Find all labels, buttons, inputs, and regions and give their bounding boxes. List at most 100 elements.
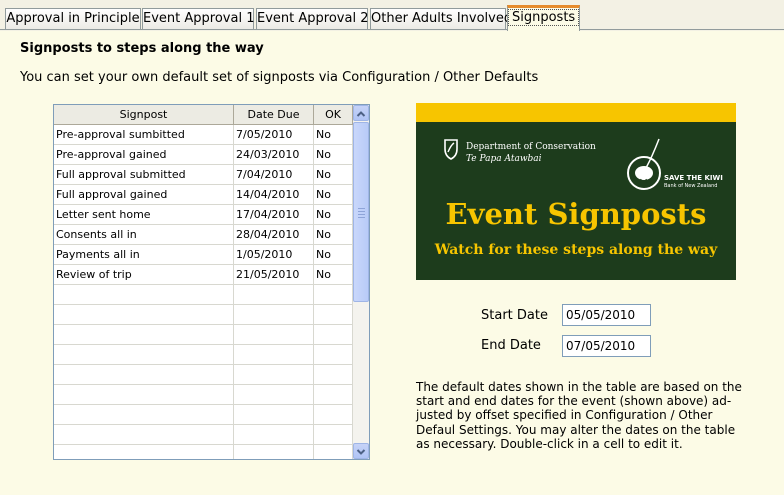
cell-date-due[interactable]: 28/04/2010 bbox=[234, 225, 314, 244]
cell-signpost[interactable]: Full approval submitted bbox=[54, 165, 234, 184]
empty-cell[interactable] bbox=[54, 325, 234, 344]
kiwi-logo-icon bbox=[627, 138, 661, 190]
empty-cell[interactable] bbox=[234, 385, 314, 404]
cell-ok[interactable]: No bbox=[314, 165, 353, 184]
empty-row[interactable] bbox=[54, 305, 353, 325]
kiwi-sponsor-text: Bank of New Zealand bbox=[664, 183, 718, 189]
save-the-kiwi-text: SAVE THE KIWI bbox=[664, 174, 723, 182]
empty-row[interactable] bbox=[54, 285, 353, 305]
cell-signpost[interactable]: Pre-approval gained bbox=[54, 145, 234, 164]
table-row[interactable]: Payments all in 1/05/2010 No bbox=[54, 245, 353, 265]
empty-cell[interactable] bbox=[54, 445, 234, 459]
cell-ok[interactable]: No bbox=[314, 225, 353, 244]
cell-date-due[interactable]: 24/03/2010 bbox=[234, 145, 314, 164]
empty-cell[interactable] bbox=[234, 405, 314, 424]
tab-other-adults-involved[interactable]: Other Adults Involved bbox=[370, 8, 512, 29]
table-row[interactable]: Full approval gained 14/04/2010 No bbox=[54, 185, 353, 205]
cell-ok[interactable]: No bbox=[314, 145, 353, 164]
cell-signpost[interactable]: Payments all in bbox=[54, 245, 234, 264]
cell-date-due[interactable]: 1/05/2010 bbox=[234, 245, 314, 264]
empty-cell[interactable] bbox=[54, 365, 234, 384]
empty-cell[interactable] bbox=[234, 285, 314, 304]
empty-cell[interactable] bbox=[54, 385, 234, 404]
start-date-input[interactable] bbox=[562, 304, 651, 326]
column-header-signpost[interactable]: Signpost bbox=[54, 105, 234, 124]
cell-signpost[interactable]: Consents all in bbox=[54, 225, 234, 244]
empty-cell[interactable] bbox=[54, 405, 234, 424]
table-row[interactable]: Review of trip 21/05/2010 No bbox=[54, 265, 353, 285]
table-row[interactable]: Consents all in 28/04/2010 No bbox=[54, 225, 353, 245]
doc-logo-icon bbox=[444, 139, 458, 160]
grip-line bbox=[358, 208, 365, 209]
banner-title: Event Signposts bbox=[445, 197, 707, 231]
scroll-up-button[interactable] bbox=[353, 105, 369, 121]
empty-row[interactable] bbox=[54, 445, 353, 459]
empty-cell[interactable] bbox=[314, 365, 353, 384]
banner-subtitle: Watch for these steps along the way bbox=[434, 242, 718, 258]
empty-row[interactable] bbox=[54, 365, 353, 385]
tab-label: Event Approval 2 bbox=[257, 11, 369, 26]
tab-label: Event Approval 1 bbox=[143, 11, 255, 26]
empty-cell[interactable] bbox=[314, 405, 353, 424]
empty-cell[interactable] bbox=[234, 325, 314, 344]
empty-row[interactable] bbox=[54, 325, 353, 345]
column-header-date-due[interactable]: Date Due bbox=[234, 105, 314, 124]
empty-cell[interactable] bbox=[234, 445, 314, 459]
cell-date-due[interactable]: 7/05/2010 bbox=[234, 125, 314, 144]
empty-cell[interactable] bbox=[314, 345, 353, 364]
cell-ok[interactable]: No bbox=[314, 185, 353, 204]
panel-heading: Signposts to steps along the way bbox=[20, 41, 264, 56]
empty-cell[interactable] bbox=[234, 365, 314, 384]
tab-strip-border bbox=[0, 29, 784, 30]
empty-cell[interactable] bbox=[234, 345, 314, 364]
empty-cell[interactable] bbox=[314, 445, 353, 459]
empty-cell[interactable] bbox=[314, 305, 353, 324]
cell-ok[interactable]: No bbox=[314, 205, 353, 224]
vertical-scrollbar[interactable] bbox=[353, 105, 369, 459]
cell-ok[interactable]: No bbox=[314, 125, 353, 144]
tab-signposts[interactable]: Signposts bbox=[507, 5, 580, 31]
scroll-down-button[interactable] bbox=[353, 443, 369, 459]
table-row[interactable]: Full approval submitted 7/04/2010 No bbox=[54, 165, 353, 185]
panel-info-text: You can set your own default set of sign… bbox=[20, 70, 539, 85]
empty-cell[interactable] bbox=[54, 345, 234, 364]
cell-date-due[interactable]: 21/05/2010 bbox=[234, 265, 314, 284]
grid-header: Signpost Date Due OK bbox=[54, 105, 353, 125]
empty-cell[interactable] bbox=[234, 425, 314, 444]
cell-ok[interactable]: No bbox=[314, 245, 353, 264]
empty-cell[interactable] bbox=[314, 385, 353, 404]
table-row[interactable]: Pre-approval gained 24/03/2010 No bbox=[54, 145, 353, 165]
end-date-label: End Date bbox=[481, 338, 541, 353]
tab-label: Signposts bbox=[508, 9, 580, 26]
empty-cell[interactable] bbox=[54, 425, 234, 444]
tab-event-approval-1[interactable]: Event Approval 1 bbox=[142, 8, 254, 29]
empty-cell[interactable] bbox=[234, 305, 314, 324]
empty-cell[interactable] bbox=[314, 325, 353, 344]
signposts-grid[interactable]: Signpost Date Due OK Pre-approval sumbit… bbox=[53, 104, 370, 460]
empty-cell[interactable] bbox=[314, 425, 353, 444]
cell-signpost[interactable]: Pre-approval sumbitted bbox=[54, 125, 234, 144]
cell-date-due[interactable]: 7/04/2010 bbox=[234, 165, 314, 184]
empty-cell[interactable] bbox=[54, 305, 234, 324]
cell-signpost[interactable]: Review of trip bbox=[54, 265, 234, 284]
empty-row[interactable] bbox=[54, 425, 353, 445]
empty-cell[interactable] bbox=[54, 285, 234, 304]
empty-row[interactable] bbox=[54, 385, 353, 405]
chevron-up-icon bbox=[356, 111, 366, 117]
empty-cell[interactable] bbox=[314, 285, 353, 304]
empty-row[interactable] bbox=[54, 405, 353, 425]
table-row[interactable]: Pre-approval sumbitted 7/05/2010 No bbox=[54, 125, 353, 145]
tab-label: Approval in Principle bbox=[6, 11, 140, 26]
cell-ok[interactable]: No bbox=[314, 265, 353, 284]
tab-event-approval-2[interactable]: Event Approval 2 bbox=[256, 8, 368, 29]
scroll-thumb[interactable] bbox=[353, 122, 369, 302]
cell-signpost[interactable]: Letter sent home bbox=[54, 205, 234, 224]
cell-date-due[interactable]: 17/04/2010 bbox=[234, 205, 314, 224]
table-row[interactable]: Letter sent home 17/04/2010 No bbox=[54, 205, 353, 225]
empty-row[interactable] bbox=[54, 345, 353, 365]
cell-signpost[interactable]: Full approval gained bbox=[54, 185, 234, 204]
column-header-ok[interactable]: OK bbox=[314, 105, 353, 124]
end-date-input[interactable] bbox=[562, 335, 651, 357]
tab-approval-in-principle[interactable]: Approval in Principle bbox=[5, 8, 141, 29]
cell-date-due[interactable]: 14/04/2010 bbox=[234, 185, 314, 204]
